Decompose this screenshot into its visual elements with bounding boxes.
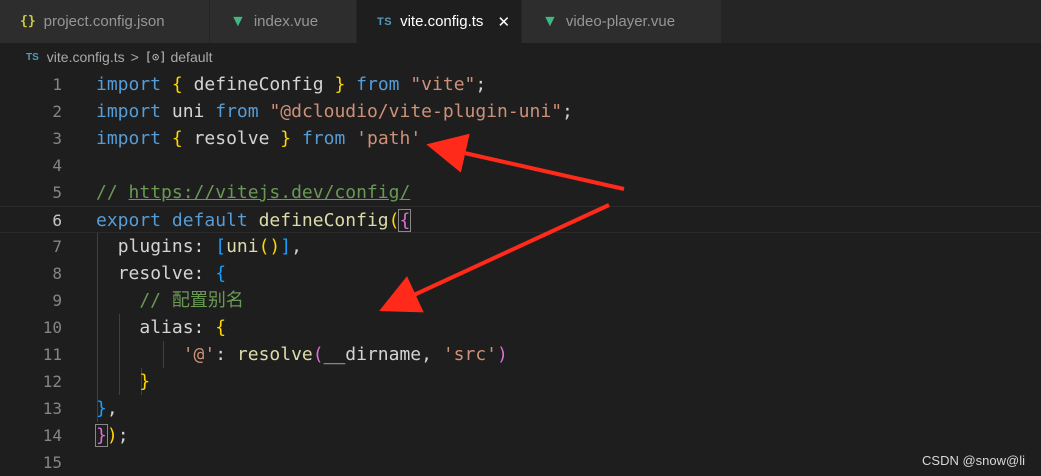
line-number: 12 (42, 372, 62, 391)
code-line: 14 }); (0, 422, 1041, 449)
code-line: 10 alias: { (0, 314, 1041, 341)
code-text: '@': resolve(__dirname, 'src') (182, 344, 508, 365)
typescript-icon: TS (26, 51, 39, 63)
tab-label: index.vue (253, 13, 319, 30)
tab-index-vue[interactable]: ▼ index.vue (210, 0, 357, 43)
code-line: 5 // https://vitejs.dev/config/ (0, 179, 1041, 206)
tab-vite-config-ts[interactable]: TS vite.config.ts ✕ (357, 0, 522, 43)
tab-label: project.config.json (43, 13, 165, 30)
vue-icon: ▼ (230, 12, 246, 30)
breadcrumb-file[interactable]: vite.config.ts (47, 49, 125, 65)
line-number: 5 (52, 183, 62, 202)
line-number: 3 (52, 129, 62, 148)
editor-tab-bar: {} project.config.json ▼ index.vue TS vi… (0, 0, 1041, 43)
code-line: 11 '@': resolve(__dirname, 'src') (0, 341, 1041, 368)
code-text: // 配置别名 (96, 290, 244, 311)
code-text: }); (95, 424, 129, 447)
line-number: 2 (52, 102, 62, 121)
close-icon[interactable]: ✕ (497, 13, 510, 31)
code-editor[interactable]: 1 import { defineConfig } from "vite"; 2… (0, 71, 1041, 474)
line-number: 6 (52, 211, 62, 230)
line-number: 7 (52, 237, 62, 256)
line-number: 10 (42, 318, 62, 337)
tab-label: vite.config.ts (400, 13, 484, 30)
line-number: 13 (42, 399, 62, 418)
code-text: export default defineConfig({ (96, 209, 412, 232)
code-line: 9 // 配置别名 (0, 287, 1041, 314)
code-line: 1 import { defineConfig } from "vite"; (0, 71, 1041, 98)
vue-icon: ▼ (542, 12, 558, 30)
code-line: 8 resolve: { (0, 260, 1041, 287)
line-number: 8 (52, 264, 62, 283)
code-line: 15 (0, 449, 1041, 476)
line-number: 9 (52, 291, 62, 310)
typescript-icon: TS (377, 15, 393, 28)
code-text: } (139, 371, 151, 392)
code-line: 12 } (0, 368, 1041, 395)
line-number: 1 (52, 75, 62, 94)
code-text: import { defineConfig } from "vite"; (96, 74, 487, 95)
code-line: 13 }, (0, 395, 1041, 422)
line-number: 4 (52, 156, 62, 175)
json-icon: {} (20, 14, 36, 29)
tab-label: video-player.vue (565, 13, 676, 30)
code-text: alias: { (139, 317, 227, 338)
code-text: // https://vitejs.dev/config/ (96, 182, 411, 203)
variable-symbol-icon: [⊙] (144, 50, 167, 64)
breadcrumb-symbol[interactable]: default (170, 49, 212, 65)
tab-project-config-json[interactable]: {} project.config.json (0, 0, 210, 43)
line-number: 15 (42, 453, 62, 472)
line-number: 14 (42, 426, 62, 445)
code-line: 2 import uni from "@dcloudio/vite-plugin… (0, 98, 1041, 125)
breadcrumb: TS vite.config.ts > [⊙] default (0, 43, 1041, 71)
code-text: plugins: [uni()], (117, 236, 302, 257)
chevron-right-icon: > (130, 49, 139, 65)
code-text: import { resolve } from 'path' (96, 128, 422, 149)
code-line: 7 plugins: [uni()], (0, 233, 1041, 260)
code-line: 4 (0, 152, 1041, 179)
watermark: CSDN @snow@li (922, 453, 1025, 468)
line-number: 11 (42, 345, 62, 364)
code-text: }, (96, 398, 118, 419)
code-text: resolve: { (117, 263, 227, 284)
code-text: import uni from "@dcloudio/vite-plugin-u… (96, 101, 573, 122)
code-line-current: 6 export default defineConfig({ (0, 206, 1041, 233)
code-line: 3 import { resolve } from 'path' (0, 125, 1041, 152)
tab-video-player-vue[interactable]: ▼ video-player.vue (522, 0, 722, 43)
